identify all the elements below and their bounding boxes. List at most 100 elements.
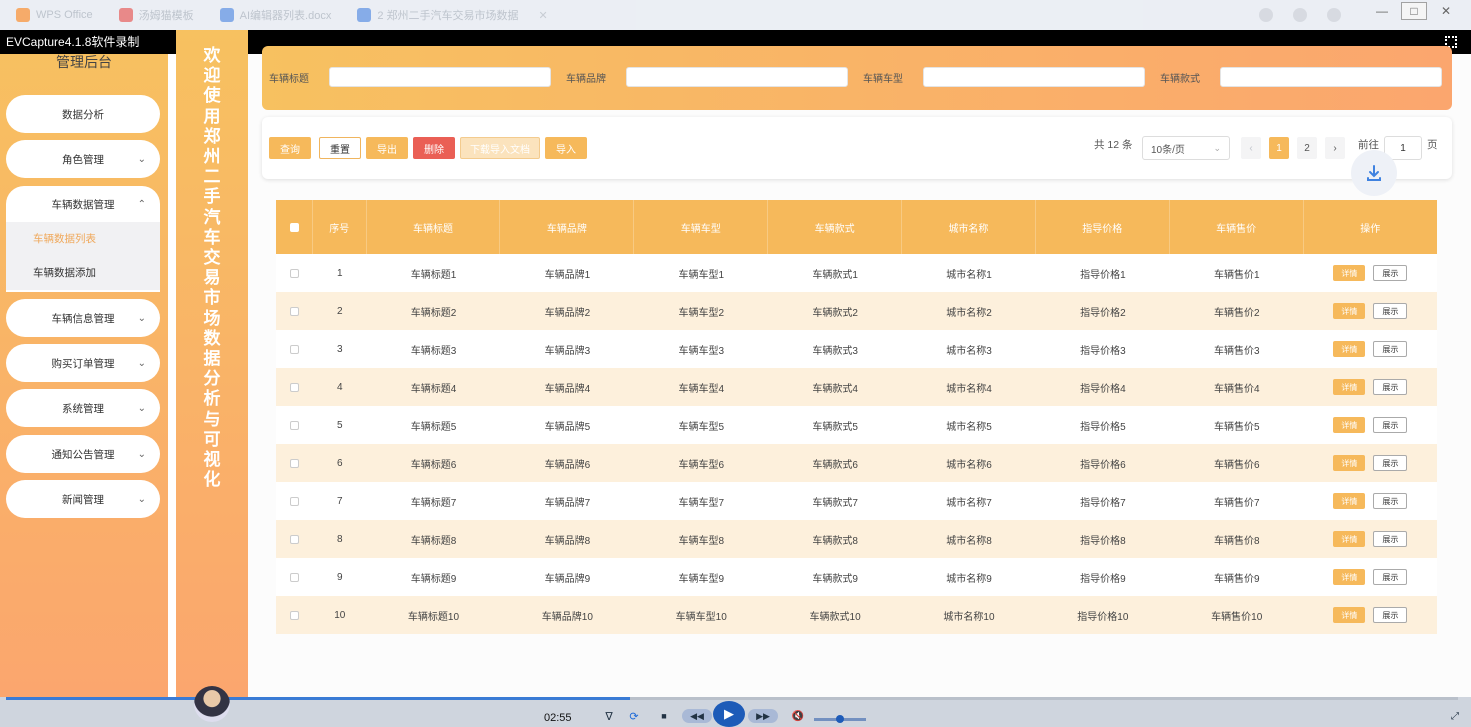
show-button[interactable]: 展示 <box>1373 341 1408 357</box>
welcome-banner: 欢迎使用郑州二手汽车交易市场数据分析与可视化 <box>176 30 248 697</box>
detail-button[interactable]: 详情 <box>1333 569 1366 585</box>
sidebar-item-order-management[interactable]: 购买订单管理 ⌄ <box>6 344 160 382</box>
row-checkbox[interactable] <box>290 344 299 354</box>
detail-button[interactable]: 详情 <box>1333 493 1366 509</box>
page-2-button[interactable]: 2 <box>1297 137 1317 159</box>
sidebar-item-news-management[interactable]: 新闻管理 ⌄ <box>6 480 160 518</box>
document-icon <box>357 8 372 22</box>
detail-button[interactable]: 详情 <box>1333 379 1366 395</box>
header-cell: 指导价格 <box>1036 200 1170 254</box>
row-checkbox[interactable] <box>290 610 299 620</box>
detail-button[interactable]: 详情 <box>1333 341 1366 357</box>
detail-button[interactable]: 详情 <box>1333 303 1366 319</box>
browser-tab[interactable]: AI编辑器列表.docx <box>210 4 342 26</box>
browser-tab[interactable]: 2 郑州二手汽车交易市场数据 ✕ <box>347 4 557 26</box>
refresh-icon[interactable]: ⟳ <box>627 709 641 723</box>
table-cell: 指导价格6 <box>1080 459 1126 471</box>
sidebar-subitem-vehicle-data-list[interactable]: 车辆数据列表 <box>6 222 160 256</box>
welcome-char: 视 <box>203 450 221 470</box>
detail-button[interactable]: 详情 <box>1333 417 1366 433</box>
welcome-char: 化 <box>203 470 221 490</box>
sidebar-item-vehicle-data-management[interactable]: 车辆数据管理 ⌃ <box>6 186 160 222</box>
show-button[interactable]: 展示 <box>1373 379 1408 395</box>
select-all-checkbox[interactable] <box>289 222 299 232</box>
sidebar-item-system-management[interactable]: 系统管理 ⌄ <box>6 389 160 427</box>
table-cell: 车辆款式5 <box>812 421 858 433</box>
row-checkbox[interactable] <box>290 382 299 392</box>
progress-fill <box>6 697 631 700</box>
table-cell: 车辆品牌1 <box>544 269 591 281</box>
row-checkbox[interactable] <box>290 534 299 544</box>
row-checkbox[interactable] <box>290 496 299 506</box>
stop-icon[interactable]: ■ <box>658 709 670 723</box>
table-cell: 车辆品牌8 <box>544 535 591 547</box>
row-checkbox[interactable] <box>290 306 299 316</box>
fast-forward-icon[interactable]: ▶▶ <box>748 709 778 723</box>
loop-icon[interactable]: ∇ <box>602 709 616 723</box>
sidebar-item-vehicle-info-management[interactable]: 车辆信息管理 ⌄ <box>6 299 160 337</box>
close-window-button[interactable]: ✕ <box>1433 2 1459 20</box>
table-cell: 车辆车型7 <box>678 497 725 509</box>
table-cell: 车辆标题4 <box>410 383 457 395</box>
row-select-cell <box>276 482 313 520</box>
page-size-select[interactable]: 10条/页 ⌄ <box>1142 136 1230 160</box>
import-button[interactable]: 导入 <box>545 137 587 159</box>
table-cell: 车辆款式7 <box>812 497 858 509</box>
prev-page-button[interactable]: ‹ <box>1241 137 1261 159</box>
close-tab-icon[interactable]: ✕ <box>539 9 548 22</box>
minimize-button[interactable]: — <box>1369 2 1395 20</box>
row-checkbox[interactable] <box>290 268 299 278</box>
row-checkbox[interactable] <box>290 420 299 430</box>
show-button[interactable]: 展示 <box>1373 265 1408 281</box>
detail-button[interactable]: 详情 <box>1333 455 1366 471</box>
volume-slider[interactable] <box>814 715 866 723</box>
brand-input[interactable] <box>626 67 848 87</box>
show-button[interactable]: 展示 <box>1373 455 1408 471</box>
mute-icon[interactable]: 🔇 <box>790 709 806 723</box>
search-field-style: 车辆款式 <box>1160 67 1442 87</box>
page-1-button[interactable]: 1 <box>1269 137 1289 159</box>
title-input[interactable] <box>329 67 551 87</box>
show-button[interactable]: 展示 <box>1373 417 1408 433</box>
detail-button[interactable]: 详情 <box>1333 265 1366 281</box>
show-button[interactable]: 展示 <box>1373 607 1408 623</box>
settings-icon[interactable] <box>1293 8 1307 22</box>
show-button[interactable]: 展示 <box>1373 569 1408 585</box>
show-button[interactable]: 展示 <box>1373 303 1408 319</box>
row-checkbox[interactable] <box>290 458 299 468</box>
rewind-icon[interactable]: ◀◀ <box>682 709 712 723</box>
detail-button[interactable]: 详情 <box>1333 607 1366 623</box>
sidebar-item-data-analysis[interactable]: 数据分析 <box>6 95 160 133</box>
restore-button[interactable]: □ <box>1401 2 1427 20</box>
row-checkbox[interactable] <box>290 572 299 582</box>
download-template-button[interactable]: 下载导入文档 <box>460 137 540 159</box>
browser-tab[interactable]: 汤姆猫模板 <box>109 4 204 26</box>
sidebar-item-notice-management[interactable]: 通知公告管理 ⌄ <box>6 435 160 473</box>
volume-knob[interactable] <box>836 715 844 723</box>
reset-button[interactable]: 重置 <box>319 137 361 159</box>
fullscreen-icon[interactable]: ⤢ <box>1451 711 1459 722</box>
show-button[interactable]: 展示 <box>1373 493 1408 509</box>
query-button[interactable]: 查询 <box>269 137 311 159</box>
table-cell: 车辆品牌7 <box>544 497 591 509</box>
download-icon[interactable] <box>1351 150 1397 196</box>
profile-icon[interactable] <box>1327 8 1341 22</box>
welcome-char: 易 <box>203 268 221 288</box>
export-button[interactable]: 导出 <box>366 137 408 159</box>
detail-button[interactable]: 详情 <box>1333 531 1366 547</box>
table-cell: 车辆品牌3 <box>544 345 591 357</box>
table-cell: 车辆车型5 <box>678 421 725 433</box>
sidebar-subitem-vehicle-data-add[interactable]: 车辆数据添加 <box>6 256 160 290</box>
model-input[interactable] <box>923 67 1145 87</box>
delete-button[interactable]: 删除 <box>413 137 455 159</box>
show-button[interactable]: 展示 <box>1373 531 1408 547</box>
table-cell: 车辆标题2 <box>410 307 457 319</box>
extension-icon[interactable] <box>1259 8 1273 22</box>
browser-tab[interactable]: WPS Office <box>6 4 103 26</box>
play-icon[interactable]: ▶ <box>713 701 745 727</box>
row-select-cell <box>276 368 313 406</box>
field-label: 车辆款式 <box>1160 73 1200 85</box>
next-page-button[interactable]: › <box>1325 137 1345 159</box>
style-input[interactable] <box>1220 67 1442 87</box>
sidebar-item-role-management[interactable]: 角色管理 ⌄ <box>6 140 160 178</box>
